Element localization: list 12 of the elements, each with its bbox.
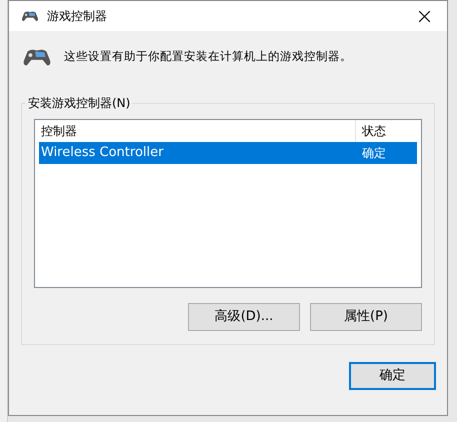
dialog-button[interactable]: 属性(P) bbox=[310, 303, 422, 331]
column-header[interactable]: 状态 bbox=[356, 122, 386, 140]
group-label: 安装游戏控制器(N) bbox=[26, 95, 132, 111]
table-cell-text: 确定 bbox=[361, 145, 386, 162]
window-title: 游戏控制器 bbox=[47, 8, 107, 25]
table-cell-text: Wireless Controller bbox=[40, 144, 164, 162]
close-icon bbox=[418, 10, 430, 22]
dialog-button[interactable]: 确定 bbox=[349, 362, 436, 390]
gamepad-icon bbox=[21, 9, 39, 23]
dialog-button[interactable]: 高级(D)... bbox=[188, 303, 300, 331]
list-row[interactable]: Wireless Controller 确定 bbox=[39, 142, 417, 164]
description-text: 这些设置有助于你配置安装在计算机上的游戏控制器。 bbox=[64, 48, 352, 66]
